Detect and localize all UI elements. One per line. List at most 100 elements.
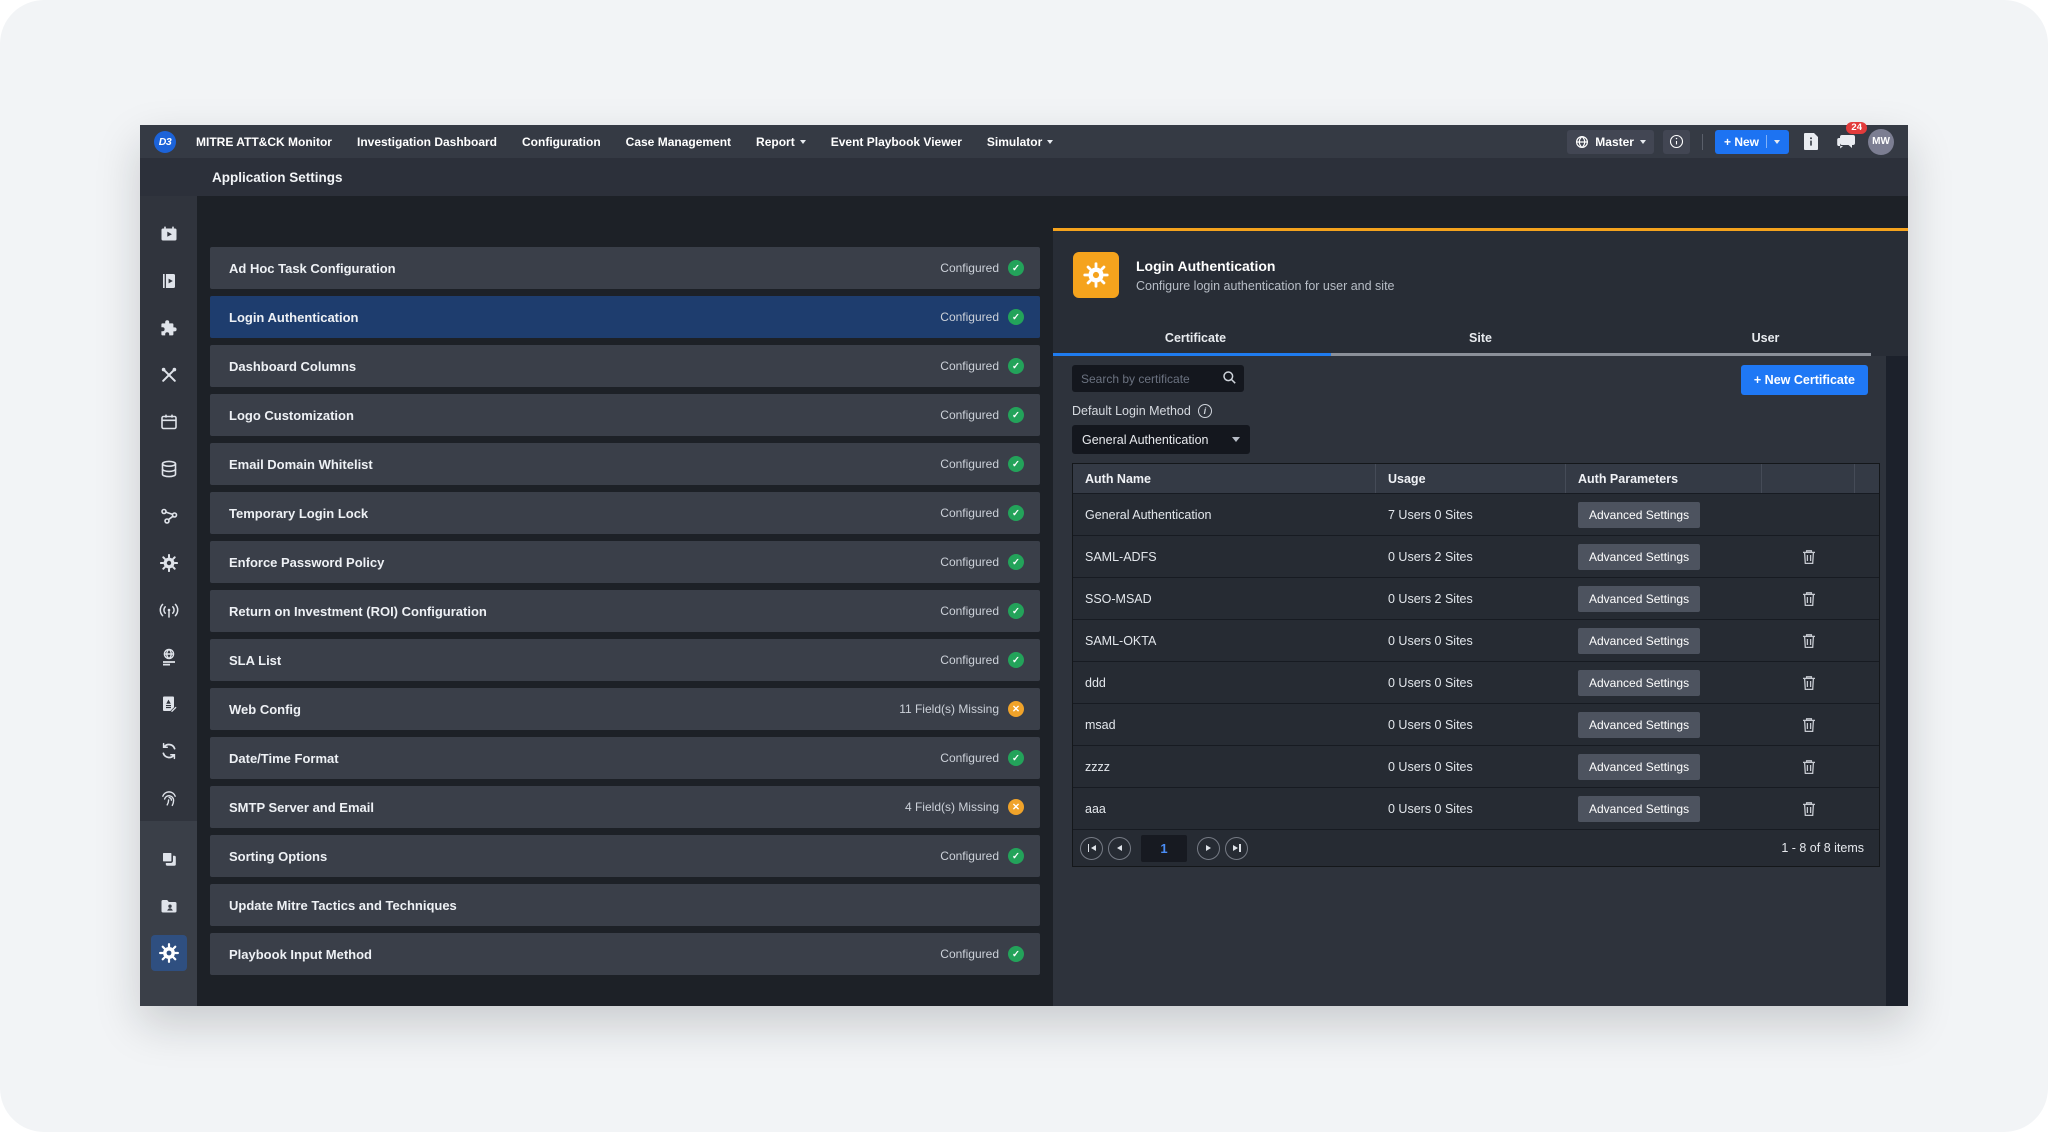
page-title: Application Settings — [212, 170, 343, 185]
default-login-method-select[interactable]: General Authentication — [1072, 425, 1250, 454]
settings-item-update-mitre-tactics[interactable]: Update Mitre Tactics and Techniques — [210, 884, 1040, 926]
settings-item-login-authentication[interactable]: Login Authentication Configured — [210, 296, 1040, 338]
nav-event-playbook-viewer[interactable]: Event Playbook Viewer — [831, 135, 962, 149]
table-row: General Authentication 7 Users 0 Sites A… — [1073, 493, 1879, 535]
settings-item-web-config[interactable]: Web Config 11 Field(s) Missing — [210, 688, 1040, 730]
column-usage: Usage — [1376, 464, 1566, 493]
settings-item-sla-list[interactable]: SLA List Configured — [210, 639, 1040, 681]
info-icon[interactable]: i — [1198, 404, 1212, 418]
icon-sidebar — [140, 196, 197, 1006]
settings-item-email-domain-whitelist[interactable]: Email Domain Whitelist Configured — [210, 443, 1040, 485]
automation-gear-icon[interactable] — [140, 539, 197, 586]
table-row: ddd 0 Users 0 Sites Advanced Settings — [1073, 661, 1879, 703]
next-page-button[interactable] — [1197, 837, 1220, 860]
auth-table-header: Auth Name Usage Auth Parameters — [1073, 464, 1879, 493]
settings-item-roi-configuration[interactable]: Return on Investment (ROI) Configuration… — [210, 590, 1040, 632]
event-monitor-icon[interactable] — [140, 210, 197, 257]
advanced-settings-button[interactable]: Advanced Settings — [1578, 796, 1700, 822]
delete-icon[interactable] — [1802, 591, 1816, 607]
advanced-settings-button[interactable]: Advanced Settings — [1578, 544, 1700, 570]
settings-gear-icon[interactable] — [140, 929, 197, 976]
chevron-down-icon — [1640, 140, 1646, 144]
settings-item-ad-hoc-task-configuration[interactable]: Ad Hoc Task Configuration Configured — [210, 247, 1040, 289]
search-input[interactable] — [1072, 365, 1244, 392]
nav-mitre-attack-monitor[interactable]: MITRE ATT&CK Monitor — [196, 135, 332, 149]
status-configured-icon — [1008, 554, 1024, 570]
chat-bubbles-icon — [1836, 133, 1856, 151]
d3-logo[interactable]: D3 — [154, 131, 176, 153]
login-authentication-gear-icon — [1073, 252, 1119, 298]
column-spacer — [1855, 464, 1879, 493]
advanced-settings-button[interactable]: Advanced Settings — [1578, 586, 1700, 612]
case-folder-icon[interactable] — [140, 882, 197, 929]
pagination-bar: 1 1 - 8 of 8 items — [1073, 829, 1879, 866]
settings-item-sorting-options[interactable]: Sorting Options Configured — [210, 835, 1040, 877]
default-login-method-row: Default Login Method i — [1072, 404, 1908, 418]
tab-site[interactable]: Site — [1338, 319, 1623, 356]
report-editor-icon[interactable] — [140, 680, 197, 727]
tab-certificate[interactable]: Certificate — [1053, 319, 1338, 356]
broadcast-icon[interactable] — [140, 586, 197, 633]
globe-icon — [1575, 135, 1589, 149]
panel-tabs: Certificate Site User — [1053, 319, 1908, 356]
advanced-settings-button[interactable]: Advanced Settings — [1578, 628, 1700, 654]
settings-item-enforce-password-policy[interactable]: Enforce Password Policy Configured — [210, 541, 1040, 583]
delete-icon[interactable] — [1802, 633, 1816, 649]
utilities-tools-icon[interactable] — [140, 351, 197, 398]
info-icon — [1669, 134, 1684, 149]
column-actions — [1762, 464, 1855, 493]
delete-icon[interactable] — [1802, 675, 1816, 691]
status-configured-icon — [1008, 750, 1024, 766]
nav-investigation-dashboard[interactable]: Investigation Dashboard — [357, 135, 497, 149]
multi-window-icon[interactable] — [140, 835, 197, 882]
data-management-icon[interactable] — [140, 445, 197, 492]
delete-icon[interactable] — [1802, 549, 1816, 565]
site-selector[interactable]: Master — [1567, 130, 1654, 154]
nav-case-management[interactable]: Case Management — [626, 135, 731, 149]
first-page-button[interactable] — [1080, 837, 1103, 860]
sync-icon[interactable] — [140, 727, 197, 774]
settings-item-date-time-format[interactable]: Date/Time Format Configured — [210, 737, 1040, 779]
auth-table: Auth Name Usage Auth Parameters General … — [1072, 463, 1880, 867]
settings-item-playbook-input-method[interactable]: Playbook Input Method Configured — [210, 933, 1040, 975]
chevron-down-icon — [800, 140, 806, 144]
advanced-settings-button[interactable]: Advanced Settings — [1578, 502, 1700, 528]
connections-share-icon[interactable] — [140, 492, 197, 539]
user-avatar[interactable]: MW — [1868, 129, 1894, 155]
settings-item-smtp-server-and-email[interactable]: SMTP Server and Email 4 Field(s) Missing — [210, 786, 1040, 828]
fingerprint-icon[interactable] — [140, 774, 197, 821]
web-services-icon[interactable] — [140, 633, 197, 680]
divider — [1766, 135, 1767, 148]
nav-simulator-menu[interactable]: Simulator — [987, 135, 1053, 149]
calendar-icon[interactable] — [140, 398, 197, 445]
info-button[interactable] — [1663, 130, 1690, 154]
status-configured-icon — [1008, 358, 1024, 374]
status-configured-icon — [1008, 456, 1024, 472]
release-notes-button[interactable] — [1798, 129, 1824, 155]
app-window: D3 MITRE ATT&CK Monitor Investigation Da… — [140, 125, 1908, 1006]
top-nav-bar: D3 MITRE ATT&CK Monitor Investigation Da… — [140, 125, 1908, 158]
chat-button[interactable]: 24 — [1833, 129, 1859, 155]
advanced-settings-button[interactable]: Advanced Settings — [1578, 754, 1700, 780]
status-configured-icon — [1008, 505, 1024, 521]
settings-item-logo-customization[interactable]: Logo Customization Configured — [210, 394, 1040, 436]
nav-report-menu[interactable]: Report — [756, 135, 806, 149]
new-certificate-button[interactable]: + New Certificate — [1741, 365, 1868, 395]
previous-page-button[interactable] — [1108, 837, 1131, 860]
advanced-settings-button[interactable]: Advanced Settings — [1578, 712, 1700, 738]
delete-icon[interactable] — [1802, 801, 1816, 817]
settings-item-dashboard-columns[interactable]: Dashboard Columns Configured — [210, 345, 1040, 387]
panel-scroll-gutter[interactable] — [1886, 356, 1908, 1006]
playbook-icon[interactable] — [140, 257, 197, 304]
nav-configuration[interactable]: Configuration — [522, 135, 601, 149]
new-button[interactable]: + New — [1715, 130, 1789, 154]
delete-icon[interactable] — [1802, 717, 1816, 733]
sidebar-group-bottom — [140, 821, 197, 1006]
tab-user[interactable]: User — [1623, 319, 1908, 356]
integrations-puzzle-icon[interactable] — [140, 304, 197, 351]
settings-item-temporary-login-lock[interactable]: Temporary Login Lock Configured — [210, 492, 1040, 534]
table-row: SAML-ADFS 0 Users 2 Sites Advanced Setti… — [1073, 535, 1879, 577]
last-page-button[interactable] — [1225, 837, 1248, 860]
delete-icon[interactable] — [1802, 759, 1816, 775]
advanced-settings-button[interactable]: Advanced Settings — [1578, 670, 1700, 696]
